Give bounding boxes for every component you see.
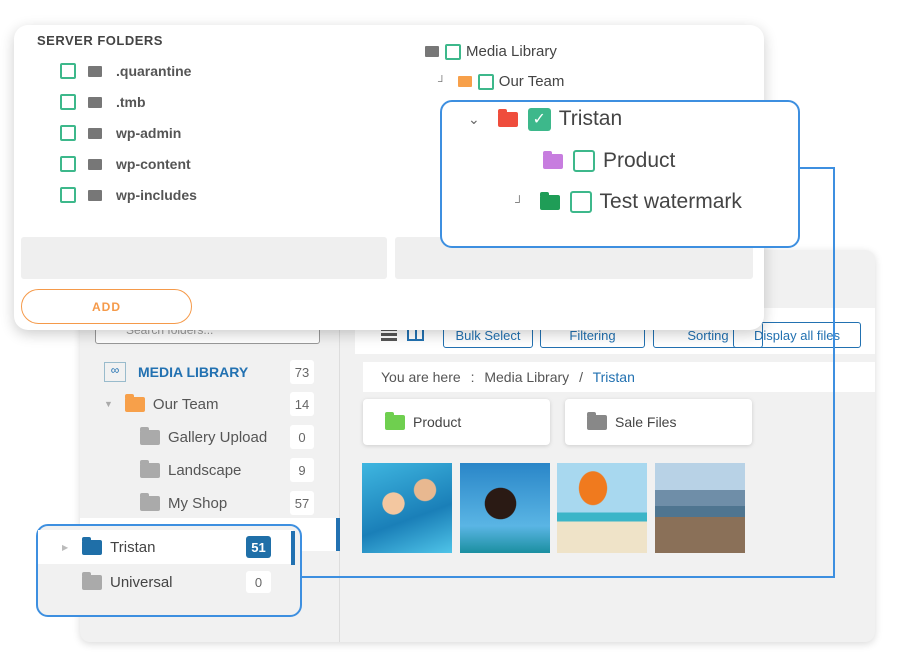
sidebar-item-landscape[interactable]: Landscape 9 [80,455,340,485]
count: 14 [290,392,314,416]
breadcrumb-current[interactable]: Tristan [593,369,635,385]
folder-icon [88,127,102,139]
checkbox[interactable] [60,63,76,79]
sidebar-item-gallery-upload[interactable]: Gallery Upload 0 [80,422,340,452]
chevron-down-icon: ⌄ [468,110,480,127]
label: Tristan [110,538,156,556]
label: .tmb [116,94,146,110]
label: wp-includes [116,187,197,203]
connector-line [833,167,835,578]
folder-icon [140,459,160,478]
tree-branch-icon: ┘ [515,195,524,209]
tree-item-tristan[interactable]: ⌄ ✓ Tristan [468,107,622,131]
server-folder-row[interactable]: wp-includes [60,187,197,203]
label: Gallery Upload [168,428,268,446]
label: Landscape [168,461,242,479]
folder-icon [385,411,405,430]
sidebar-item-tristan[interactable]: ▶ Tristan 51 [38,530,293,564]
checkbox[interactable] [60,94,76,110]
breadcrumb-prefix: You are here [381,369,461,385]
label: Tristan [558,107,623,130]
label: My Shop [168,494,228,512]
label: .quarantine [116,63,192,79]
scrollbar[interactable] [291,531,295,565]
image-thumbnail-beach-umbrella[interactable] [557,463,647,553]
folder-icon [88,96,102,108]
folder-icon [124,393,145,412]
placeholder-field [21,237,387,279]
label: Our Team [152,395,219,413]
sidebar-item-our-team[interactable]: ▼ Our Team 14 [80,389,340,419]
checkbox-checked[interactable]: ✓ [527,107,551,131]
folder-icon [88,189,102,201]
folder-card-sale-files[interactable]: Sale Files [565,399,752,445]
label: wp-content [116,156,191,172]
image-thumbnail-kids-pool[interactable] [362,463,452,553]
folder-icon [82,536,103,555]
breadcrumb-separator: : [470,369,475,385]
server-folder-row[interactable]: .quarantine [60,63,191,79]
count: 0 [246,571,271,593]
checkbox[interactable] [60,156,76,172]
tree-branch-icon: ┘ [438,75,446,88]
folder-icon [587,411,607,430]
folder-icon [140,492,160,511]
server-folders-title: SERVER FOLDERS [37,33,163,48]
count: 73 [290,360,314,384]
breadcrumb: You are here : Media Library / Tristan [363,362,875,392]
folder-card-product[interactable]: Product [363,399,550,445]
folder-icon [140,426,160,445]
checkbox[interactable] [573,150,595,172]
folder-icon [497,108,518,127]
label: wp-admin [116,125,182,141]
tree-item-media-library[interactable]: Media Library [425,43,557,60]
server-folder-row[interactable]: wp-admin [60,125,181,141]
checkbox[interactable] [569,191,592,213]
tristan-callout: ▶ Tristan 51 Universal 0 [36,524,302,617]
checkbox[interactable] [477,73,494,90]
server-folder-row[interactable]: wp-content [60,156,191,172]
folder-icon [88,158,102,170]
media-library-icon: ∞ [104,362,126,382]
sidebar-item-media-library[interactable]: ∞ MEDIA LIBRARY 73 [80,357,340,387]
folder-icon [543,150,563,169]
tree-item-our-team[interactable]: ┘ Our Team [438,73,564,90]
label: MEDIA LIBRARY [138,364,249,380]
image-thumbnail-pier[interactable] [655,463,745,553]
image-thumbnail-woman-hair[interactable] [460,463,550,553]
folder-icon [88,65,102,77]
label: Our Team [498,73,565,90]
label: Media Library [466,43,557,60]
sidebar-item-my-shop[interactable]: My Shop 57 [80,488,340,518]
folder-icon [457,76,472,87]
connector-line [798,167,835,169]
checkbox[interactable] [445,43,461,60]
expand-arrow-icon: ▶ [62,542,69,552]
breadcrumb-separator: / [579,369,583,385]
label: Product [413,414,462,430]
label: Test watermark [599,190,742,213]
checkbox[interactable] [60,187,76,203]
folder-icon [425,46,439,57]
sidebar-item-universal[interactable]: Universal 0 [38,566,293,598]
folder-icon [82,571,102,590]
count: 9 [290,458,314,482]
label: Universal [110,573,173,591]
tree-item-product[interactable]: Product [543,149,675,173]
tree-item-test-watermark[interactable]: ┘ Test watermark [515,190,742,214]
label: Product [603,149,676,172]
count: 51 [246,536,271,558]
add-button[interactable]: ADD [21,289,192,324]
label: Sale Files [615,414,677,430]
server-folder-row[interactable]: .tmb [60,94,146,110]
checkbox[interactable] [60,125,76,141]
connector-line [300,576,835,578]
breadcrumb-root[interactable]: Media Library [484,369,569,385]
folder-icon [539,191,560,210]
count: 57 [290,491,314,515]
count: 0 [290,425,314,449]
collapse-arrow-icon: ▼ [104,399,113,409]
